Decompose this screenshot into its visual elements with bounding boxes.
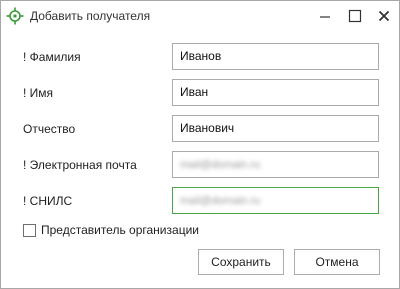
maximize-icon xyxy=(348,9,362,23)
first-name-label: ! Имя xyxy=(23,86,54,100)
patronymic-input[interactable]: Иванович xyxy=(172,115,379,142)
last-name-label: ! Фамилия xyxy=(23,50,81,64)
close-icon xyxy=(378,10,390,22)
dialog-window: Добавить получателя ! Фамилия Иванов ! И… xyxy=(0,0,400,289)
save-button[interactable]: Сохранить xyxy=(198,249,284,275)
minimize-button[interactable] xyxy=(310,1,340,31)
snils-value: mail@domain.ru xyxy=(180,195,261,207)
minimize-icon xyxy=(320,16,330,18)
cancel-button[interactable]: Отмена xyxy=(294,249,380,275)
organization-representative-label[interactable]: Представитель организации xyxy=(41,223,199,237)
titlebar[interactable]: Добавить получателя xyxy=(1,1,399,31)
close-button[interactable] xyxy=(369,1,399,31)
last-name-input[interactable]: Иванов xyxy=(172,43,379,70)
app-crosshair-icon xyxy=(6,7,24,25)
email-input[interactable]: mail@domain.ru xyxy=(172,151,379,178)
email-value: mail@domain.ru xyxy=(180,159,261,171)
first-name-value: Иван xyxy=(180,85,209,99)
maximize-button[interactable] xyxy=(340,1,370,31)
snils-input[interactable]: mail@domain.ru xyxy=(172,187,379,214)
patronymic-label: Отчество xyxy=(23,122,76,136)
email-label: ! Электронная почта xyxy=(23,158,137,172)
window-title: Добавить получателя xyxy=(30,9,151,23)
patronymic-value: Иванович xyxy=(180,121,235,135)
organization-representative-checkbox[interactable] xyxy=(23,224,36,237)
last-name-value: Иванов xyxy=(180,49,222,63)
first-name-input[interactable]: Иван xyxy=(172,79,379,106)
snils-label: ! СНИЛС xyxy=(23,194,73,208)
